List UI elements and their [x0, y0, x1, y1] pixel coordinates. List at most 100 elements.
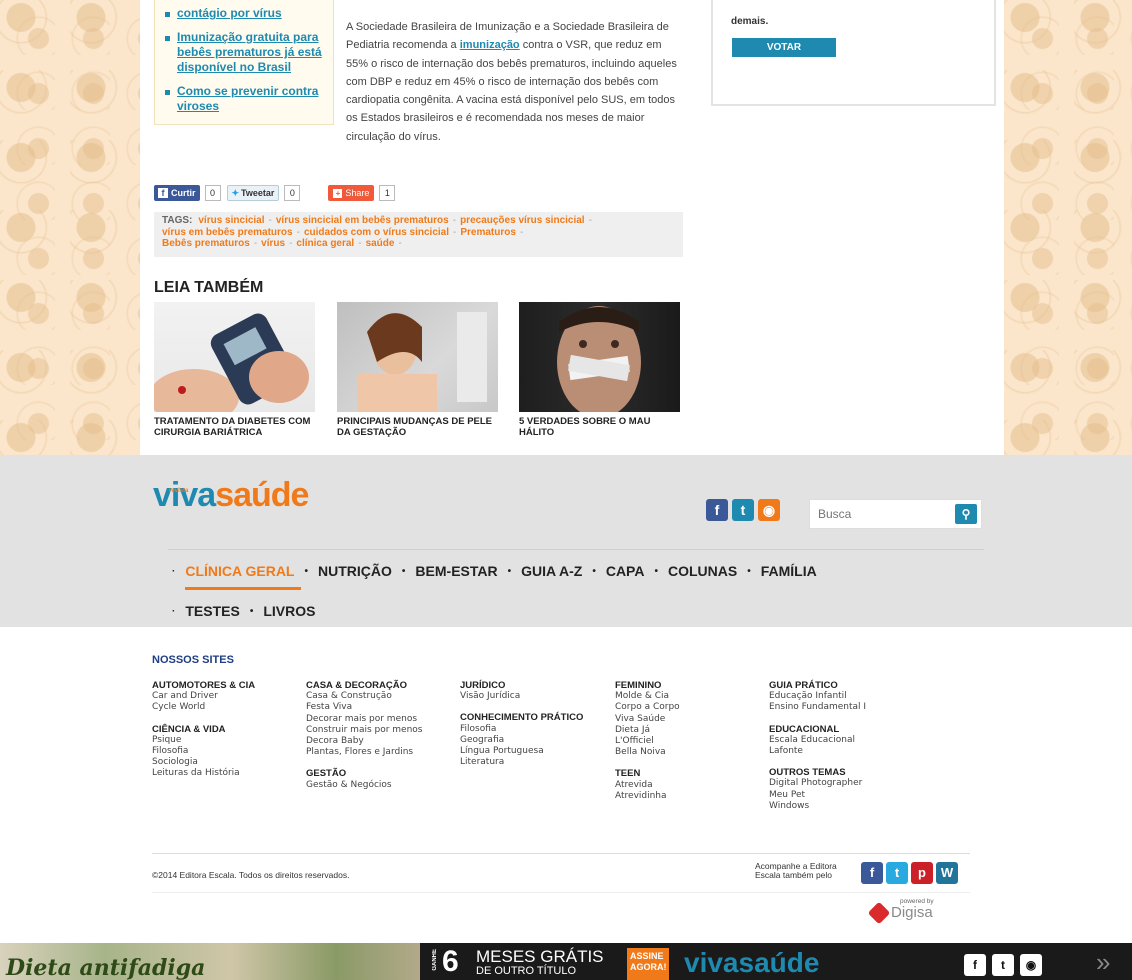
man-taped-mouth-image[interactable]: [519, 302, 680, 412]
facebook-icon[interactable]: f: [706, 499, 728, 521]
vote-button[interactable]: VOTAR: [732, 38, 836, 57]
footer-link[interactable]: Lafonte: [769, 746, 866, 757]
bottom-promo-banner[interactable]: Dieta antifadiga GANHE 6 MESES GRÁTIS DE…: [0, 943, 1132, 980]
follow-text: Acompanhe a Editora Escala também pelo: [755, 861, 837, 880]
related-article-caption[interactable]: PRINCIPAIS MUDANÇAS DE PELE DA GESTAÇÃO: [337, 416, 498, 438]
footer-link[interactable]: Molde & Cia: [615, 691, 680, 702]
menu-item-familia[interactable]: FAMÍLIA: [755, 563, 823, 579]
footer-link[interactable]: Visão Jurídica: [460, 691, 583, 702]
menu-item-livros[interactable]: LIVROS: [257, 603, 321, 619]
tag-link[interactable]: Bebês prematuros: [162, 238, 250, 249]
footer-link[interactable]: Atrevida: [615, 780, 680, 791]
footer-link[interactable]: L'Officiel: [615, 736, 680, 747]
footer-link[interactable]: Leituras da História: [152, 768, 255, 779]
diabetes-glucometer-image[interactable]: [154, 302, 315, 412]
subscribe-button[interactable]: ASSINE AGORA!: [627, 948, 669, 980]
footer-link[interactable]: Cycle World: [152, 702, 255, 713]
related-article-caption[interactable]: TRATAMENTO DA DIABETES COM CIRURGIA BARI…: [154, 416, 315, 438]
footer-link[interactable]: Literatura: [460, 757, 583, 768]
footer-link[interactable]: Dieta Já: [615, 725, 680, 736]
footer-link[interactable]: Casa & Construção: [306, 691, 423, 702]
share-button[interactable]: + Share: [328, 185, 375, 201]
footer-link[interactable]: Windows: [769, 801, 866, 812]
woman-mirror-image[interactable]: [337, 302, 498, 412]
related-link[interactable]: contágio por vírus: [177, 6, 282, 20]
tag-link[interactable]: cuidados com o vírus sincicial: [304, 227, 449, 238]
rss-icon[interactable]: ◉: [758, 499, 780, 521]
header-social-icons: f t ◉: [706, 499, 780, 521]
tag-link[interactable]: vírus: [261, 238, 285, 249]
related-link-item[interactable]: Como se prevenir contra viroses: [165, 84, 323, 114]
tag-link[interactable]: vírus em bebês prematuros: [162, 227, 293, 238]
tag-link[interactable]: vírus sincicial em bebês prematuros: [276, 215, 449, 226]
menu-item-capa[interactable]: CAPA: [600, 563, 651, 579]
tag-link[interactable]: precauções vírus sincicial: [460, 215, 585, 226]
search-input[interactable]: [810, 500, 950, 528]
menu-item-testes[interactable]: TESTES: [179, 603, 245, 619]
facebook-icon[interactable]: f: [861, 862, 883, 884]
twitter-icon[interactable]: t: [732, 499, 754, 521]
related-section-title: LEIA TAMBÉM: [154, 279, 264, 296]
twitter-icon[interactable]: t: [886, 862, 908, 884]
tweet-button[interactable]: ✦ Tweetar: [226, 185, 280, 201]
menu-item-nutricao[interactable]: NUTRIÇÃO: [312, 563, 398, 579]
related-link-item[interactable]: contágio por vírus: [165, 6, 323, 21]
tag-link[interactable]: clínica geral: [296, 238, 354, 249]
banner-next-arrow-icon[interactable]: »: [1096, 947, 1110, 978]
footer-link[interactable]: Atrevidinha: [615, 791, 680, 802]
facebook-icon[interactable]: f: [964, 954, 986, 976]
related-link[interactable]: Imunização gratuita para bebês prematuro…: [177, 30, 322, 74]
footer-link[interactable]: Língua Portuguesa: [460, 746, 583, 757]
tag-link[interactable]: vírus sincicial: [198, 215, 264, 226]
footer-link[interactable]: Escala Educacional: [769, 735, 866, 746]
menu-item-bem-estar[interactable]: BEM-ESTAR: [409, 563, 503, 579]
menu-item-clinica-geral[interactable]: CLÍNICA GERAL: [179, 563, 301, 590]
footer-link[interactable]: Viva Saúde: [615, 714, 680, 725]
footer-link[interactable]: Car and Driver: [152, 691, 255, 702]
footer-link[interactable]: Meu Pet: [769, 790, 866, 801]
banner-left-ad[interactable]: Dieta antifadiga: [0, 943, 420, 980]
rss-icon[interactable]: ◉: [1020, 954, 1042, 976]
search-button[interactable]: ⚲: [955, 504, 977, 524]
banner-six: 6: [442, 945, 459, 978]
twitter-icon[interactable]: t: [992, 954, 1014, 976]
menu-bullet: •: [592, 565, 596, 577]
logo-saude: saúde: [215, 476, 309, 514]
site-logo[interactable]: revista vivasaúde: [153, 476, 309, 514]
pinterest-icon[interactable]: p: [911, 862, 933, 884]
footer-link[interactable]: Bella Noiva: [615, 747, 680, 758]
menu-item-colunas[interactable]: COLUNAS: [662, 563, 743, 579]
footer-link[interactable]: Festa Viva: [306, 702, 423, 713]
footer-link[interactable]: Digital Photographer: [769, 778, 866, 789]
facebook-like-button[interactable]: f Curtir: [154, 185, 200, 201]
tweet-count: 0: [284, 185, 301, 201]
copyright: ©2014 Editora Escala. Todos os direitos …: [152, 870, 350, 880]
related-article-card[interactable]: TRATAMENTO DA DIABETES COM CIRURGIA BARI…: [154, 302, 315, 438]
wordpress-icon[interactable]: W: [936, 862, 958, 884]
footer-link[interactable]: Sociologia: [152, 757, 255, 768]
footer-link[interactable]: Filosofia: [460, 724, 583, 735]
footer-link[interactable]: Psique: [152, 735, 255, 746]
footer-link[interactable]: Ensino Fundamental I: [769, 702, 866, 713]
related-article-caption[interactable]: 5 VERDADES SOBRE O MAU HÁLITO: [519, 416, 680, 438]
footer-link[interactable]: Corpo a Corpo: [615, 702, 680, 713]
related-article-card[interactable]: PRINCIPAIS MUDANÇAS DE PELE DA GESTAÇÃO: [337, 302, 498, 438]
footer-link[interactable]: Educação Infantil: [769, 691, 866, 702]
footer-link[interactable]: Geografia: [460, 735, 583, 746]
footer-link[interactable]: Plantas, Flores e Jardins: [306, 747, 423, 758]
related-article-card[interactable]: 5 VERDADES SOBRE O MAU HÁLITO: [519, 302, 680, 438]
footer-link[interactable]: Filosofia: [152, 746, 255, 757]
footer-link[interactable]: Decorar mais por menos: [306, 714, 423, 725]
menu-bullet: •: [304, 565, 309, 577]
related-link[interactable]: Como se prevenir contra viroses: [177, 84, 318, 113]
footer-link[interactable]: Decora Baby: [306, 736, 423, 747]
footer-link[interactable]: Gestão & Negócios: [306, 780, 423, 791]
tag-link[interactable]: saúde: [366, 238, 395, 249]
immunization-link[interactable]: imunização: [460, 39, 520, 51]
footer-link[interactable]: Construir mais por menos: [306, 725, 423, 736]
banner-logo[interactable]: vivasaúde: [684, 949, 819, 977]
related-link-item[interactable]: Imunização gratuita para bebês prematuro…: [165, 30, 323, 75]
tag-link[interactable]: Prematuros: [460, 227, 516, 238]
menu-item-guia-az[interactable]: GUIA A-Z: [515, 563, 588, 579]
footer-column: JURÍDICO Visão Jurídica CONHECIMENTO PRÁ…: [460, 680, 583, 768]
